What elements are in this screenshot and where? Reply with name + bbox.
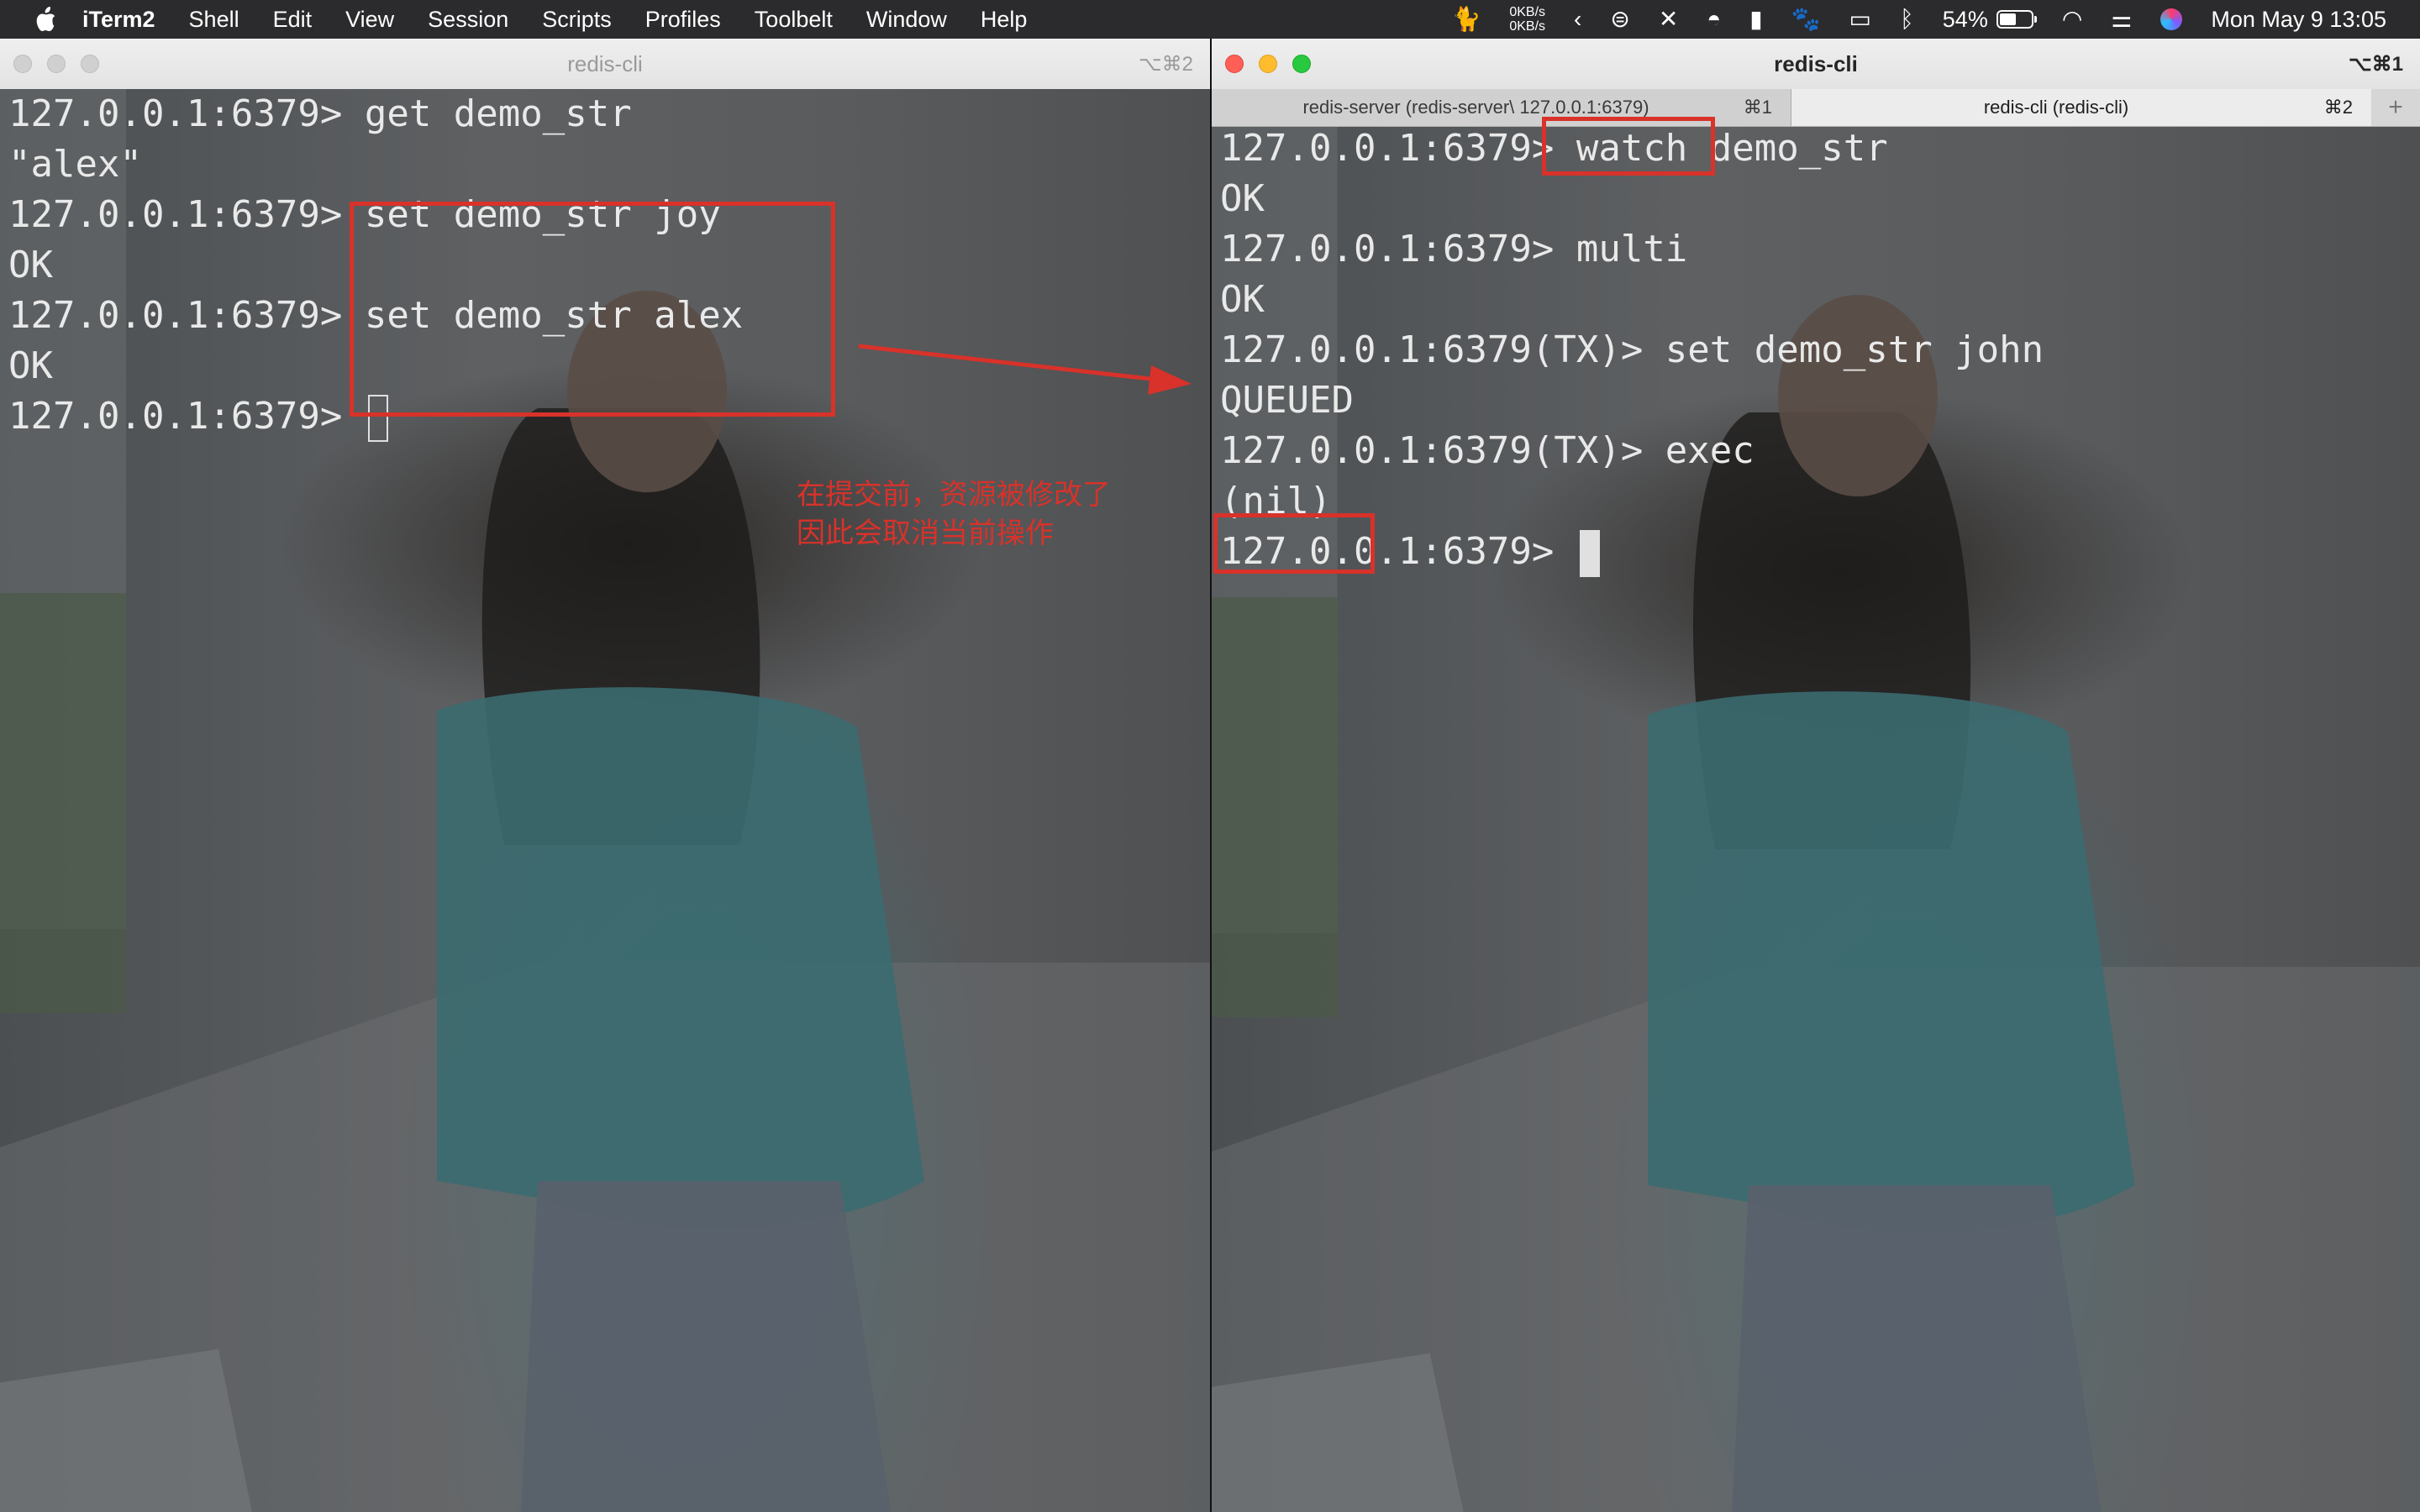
left-window-title: redis-cli — [567, 50, 643, 76]
annotation-note-line1: 在提交前，资源被修改了 — [797, 478, 1111, 512]
annotation-box-watch — [1542, 117, 1715, 176]
left-terminal-session[interactable]: 127.0.0.1:6379> get demo_str "alex" 127.… — [0, 89, 1210, 1512]
right-window-shortcut: ⌥⌘1 — [2348, 53, 2403, 76]
net-up-speed: 0KB/s — [1509, 5, 1546, 19]
minimize-button[interactable] — [47, 55, 66, 73]
tab-bar: redis-server (redis-server\ 127.0.0.1:63… — [1212, 89, 2420, 127]
annotation-note: 在提交前，资源被修改了 因此会取消当前操作 — [797, 475, 1111, 553]
terminal-line: QUEUED — [1220, 379, 1354, 422]
battery-icon — [1996, 10, 2037, 29]
terminal-line: 127.0.0.1:6379(TX)> set demo_str john — [1220, 328, 2044, 371]
tab-redis-cli[interactable]: redis-cli (redis-cli) ⌘2 — [1791, 89, 2371, 126]
chevron-left-icon[interactable]: ‹ — [1574, 8, 1581, 31]
left-window-shortcut: ⌥⌘2 — [1138, 53, 1193, 76]
menu-scripts[interactable]: Scripts — [542, 7, 612, 33]
right-terminal-window[interactable]: redis-cli ⌥⌘1 redis-server (redis-server… — [1210, 39, 2420, 1512]
menu-view[interactable]: View — [345, 7, 394, 33]
menu-clock[interactable]: Mon May 9 13:05 — [2211, 7, 2386, 33]
clipboard-icon[interactable]: ⊜ — [1610, 8, 1629, 31]
menu-profiles[interactable]: Profiles — [645, 7, 721, 33]
tab-title: redis-cli (redis-cli) — [1983, 97, 2129, 118]
left-window-controls — [13, 55, 114, 73]
right-window-title: redis-cli — [1774, 50, 1858, 76]
annotation-arrow — [858, 344, 1192, 395]
zoom-button[interactable] — [81, 55, 99, 73]
terminal-line: 127.0.0.1:6379> multi — [1220, 228, 1688, 270]
left-terminal-window[interactable]: redis-cli ⌥⌘2 127.0.0.1:6379> get demo_s… — [0, 39, 1210, 1512]
terminal-line: OK — [1220, 278, 1265, 321]
right-title-bar[interactable]: redis-cli ⌥⌘1 — [1212, 39, 2420, 90]
menu-toolbelt[interactable]: Toolbelt — [755, 7, 833, 33]
cat-icon[interactable]: 🐈 — [1451, 8, 1481, 31]
terminal-line: "alex" — [8, 143, 142, 186]
control-center-icon[interactable]: ⚌ — [2111, 8, 2132, 31]
status-area: 🐈 0KB/s 0KB/s ‹ ⊜ ✕ ◓ ▮ 🐾 ▭ ᛒ 54% ◠ ⚌ Mo… — [1423, 0, 2386, 39]
wifi-icon[interactable]: ◠ — [2062, 8, 2082, 31]
left-title-bar[interactable]: redis-cli ⌥⌘2 — [0, 39, 1210, 90]
tab-shortcut: ⌘2 — [2323, 97, 2353, 118]
terminal-line: 127.0.0.1:6379> get demo_str — [8, 92, 632, 135]
terminal-line: OK — [1220, 177, 1265, 220]
annotation-box — [350, 202, 835, 417]
close-button[interactable] — [13, 55, 32, 73]
new-tab-button[interactable]: + — [2371, 89, 2420, 126]
zoom-button[interactable] — [1292, 55, 1311, 73]
annotation-note-line2: 因此会取消当前操作 — [797, 517, 1054, 550]
menu-edit[interactable]: Edit — [273, 7, 313, 33]
right-window-controls — [1225, 55, 1326, 73]
menu-window[interactable]: Window — [866, 7, 947, 33]
battery-status[interactable]: 54% — [1942, 6, 2037, 33]
annotation-box-nil — [1213, 513, 1375, 574]
menu-bar: iTerm2 Shell Edit View Session Scripts P… — [0, 0, 2420, 39]
apple-menu-icon[interactable] — [34, 7, 57, 32]
text-cursor — [1579, 530, 1600, 577]
terminal-line: 127.0.0.1:6379(TX)> exec — [1220, 429, 1754, 472]
prompt-text: 127.0.0.1:6379> — [8, 395, 365, 438]
network-speed[interactable]: 0KB/s 0KB/s — [1509, 5, 1545, 34]
screen-mirroring-icon[interactable]: ▭ — [1849, 8, 1871, 31]
menu-session[interactable]: Session — [428, 7, 508, 33]
tools-icon[interactable]: ✕ — [1659, 8, 1678, 31]
input-method-icon[interactable]: ▮ — [1749, 8, 1762, 31]
net-down-speed: 0KB/s — [1509, 19, 1546, 34]
battery-percent: 54% — [1942, 6, 1988, 32]
menu-help[interactable]: Help — [981, 7, 1028, 33]
close-button[interactable] — [1225, 55, 1244, 73]
bluetooth-icon[interactable]: ᛒ — [1900, 8, 1914, 31]
runcat-icon[interactable]: 🐾 — [1791, 8, 1821, 31]
menu-app-name[interactable]: iTerm2 — [82, 7, 155, 33]
right-terminal-session[interactable]: 127.0.0.1:6379> watch demo_str OK 127.0.… — [1212, 117, 2420, 1512]
tab-shortcut: ⌘1 — [1743, 97, 1772, 118]
right-terminal-output: 127.0.0.1:6379> watch demo_str OK 127.0.… — [1220, 123, 2044, 577]
siri-icon[interactable] — [2160, 8, 2183, 30]
penguin-icon[interactable]: ◓ — [1707, 8, 1721, 31]
minimize-button[interactable] — [1259, 55, 1277, 73]
menu-shell[interactable]: Shell — [189, 7, 239, 33]
